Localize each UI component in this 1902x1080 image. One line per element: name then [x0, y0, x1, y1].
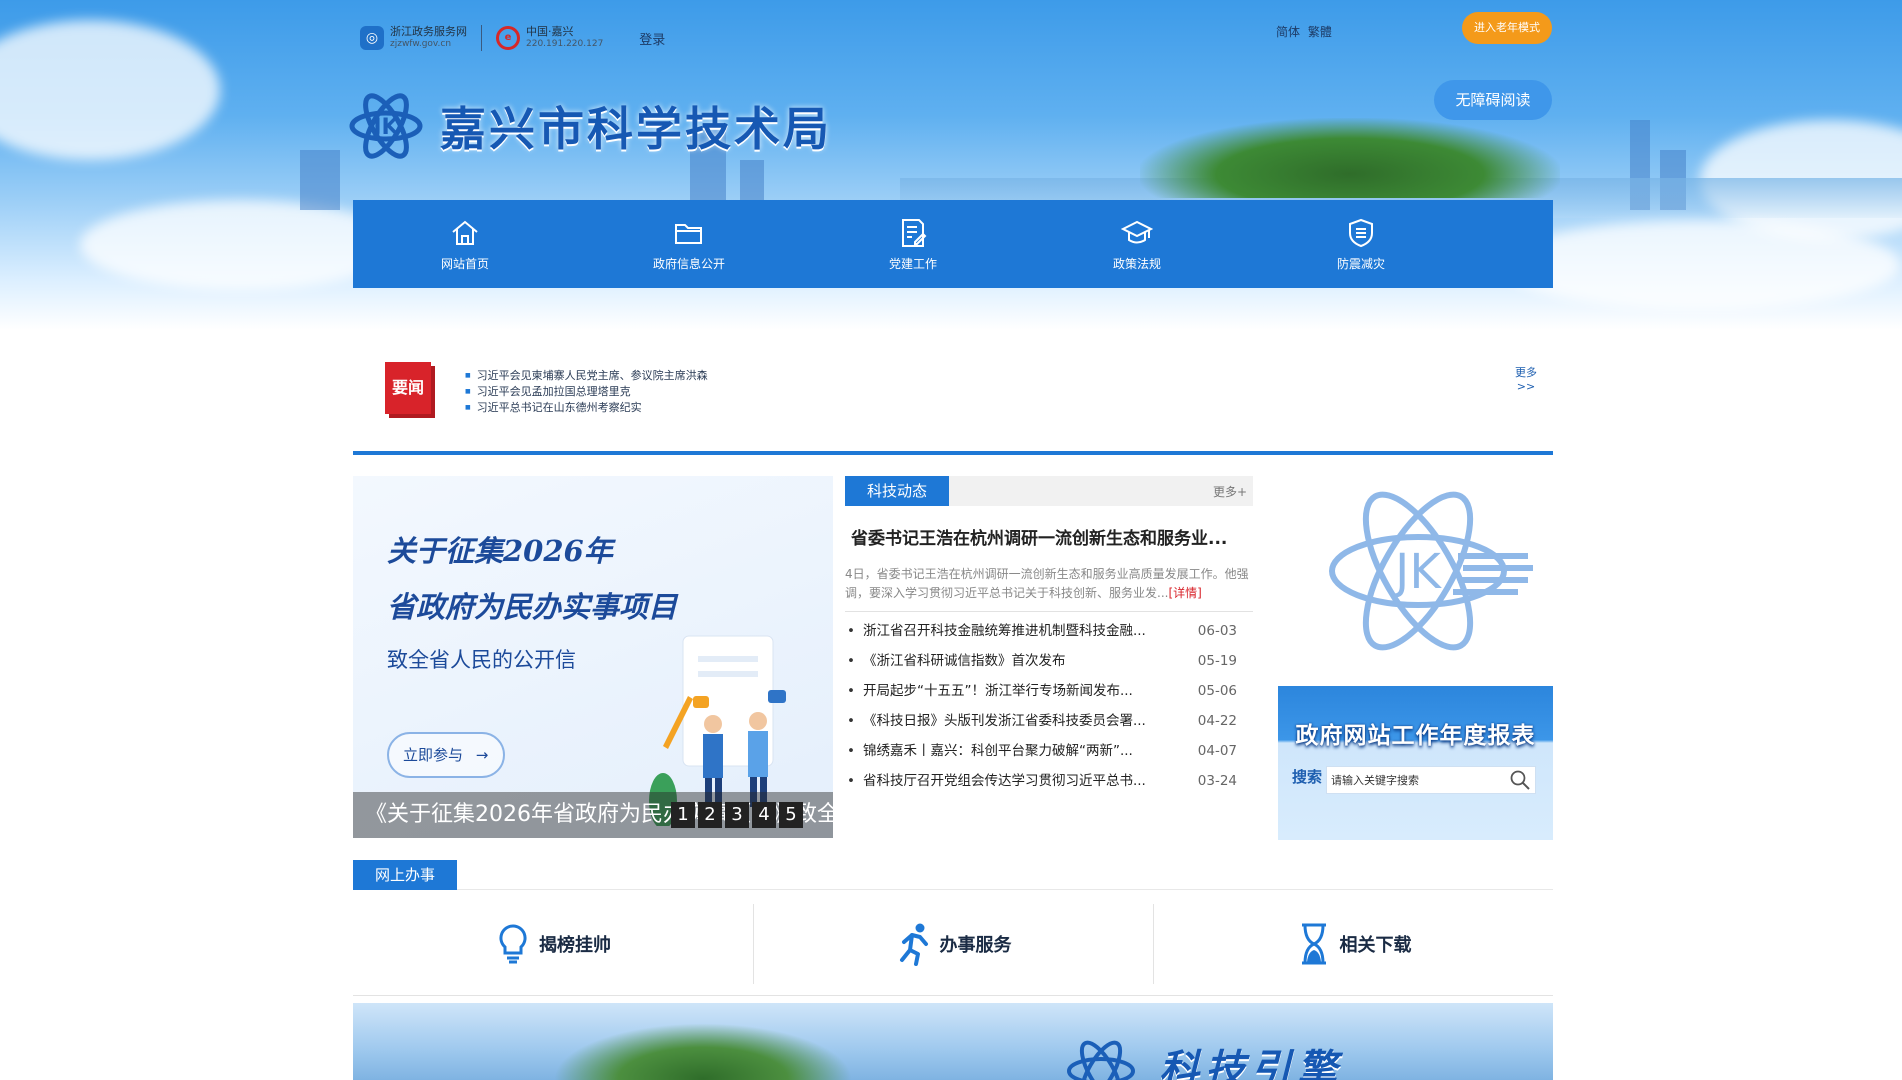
news-more-link[interactable]: 更多 >>: [1515, 366, 1537, 394]
search-box: [1326, 766, 1536, 794]
banner-title: 科技引擎: [1159, 1046, 1343, 1080]
divider: [353, 451, 1553, 455]
carousel-pager: 1 2 3 4 5: [671, 802, 803, 828]
login-link[interactable]: 登录: [639, 29, 665, 48]
simplified-chinese-link[interactable]: 简体: [1276, 25, 1300, 39]
china-city-ip: 220.191.220.127: [526, 39, 604, 49]
graduation-cap-icon: [1121, 220, 1153, 243]
running-person-icon: [899, 923, 928, 966]
image-carousel[interactable]: 关于征集2026年 省政府为民办实事项目 致全省人民的公开信 立即参与 → 《关…: [353, 476, 833, 838]
document-edit-icon: [902, 218, 927, 247]
elder-mode-button[interactable]: 进入老年模式: [1462, 12, 1552, 44]
search-label: 搜索: [1292, 768, 1323, 786]
tech-news-more-link[interactable]: 更多+: [1213, 483, 1247, 500]
news-list: 习近平会见柬埔寨人民党主席、参议院主席洪森 习近平会见孟加拉国总理塔里克 习近平…: [465, 368, 708, 416]
tech-news-list: 浙江省召开科技金融统筹推进机制暨科技金融...06-03 《浙江省科研诚信指数》…: [845, 616, 1253, 796]
news-tag: 要闻: [385, 362, 431, 414]
tab-online-services[interactable]: 网上办事: [353, 860, 457, 890]
tab-tech-news[interactable]: 科技动态: [845, 476, 949, 506]
lightbulb-icon: [499, 924, 527, 964]
list-item[interactable]: 省科技厅召开党组会传达学习贯彻习近平总书...03-24: [845, 766, 1253, 796]
nav-policy[interactable]: 政策法规: [1025, 200, 1249, 288]
arrow-right-icon: →: [475, 746, 489, 764]
annual-report-title: 政府网站工作年度报表: [1295, 723, 1536, 749]
tech-headline[interactable]: 省委书记王浩在杭州调研一流创新生态和服务业...: [845, 524, 1253, 549]
tech-news-panel: 科技动态 更多+ 省委书记王浩在杭州调研一流创新生态和服务业... 4日，省委书…: [845, 476, 1253, 796]
tech-news-header: 科技动态 更多+: [845, 476, 1253, 506]
news-item[interactable]: 习近平会见柬埔寨人民党主席、参议院主席洪森: [465, 368, 708, 384]
annual-report-banner[interactable]: 政府网站工作年度报表 搜索: [1278, 686, 1553, 840]
carousel-page-1[interactable]: 1: [671, 802, 695, 828]
divider: [481, 25, 482, 51]
traditional-chinese-link[interactable]: 繁體: [1308, 25, 1332, 39]
nav-earthquake[interactable]: 防震减灾: [1249, 200, 1473, 288]
zjzwfw-name: 浙江政务服务网: [390, 25, 467, 38]
carousel-page-4[interactable]: 4: [752, 802, 776, 828]
nav-gov-info[interactable]: 政府信息公开: [577, 200, 801, 288]
logo-letters: JK: [371, 115, 399, 140]
list-item[interactable]: 锦绣嘉禾丨嘉兴：科创平台聚力破解“两新”...04-07: [845, 736, 1253, 766]
search-icon[interactable]: [1509, 769, 1531, 791]
nav-party-building[interactable]: 党建工作: [801, 200, 1025, 288]
online-services: 揭榜挂帅 办事服务 相关下载: [353, 904, 1553, 984]
language-switch: 简体 繁體: [1276, 23, 1336, 40]
service-open-competition[interactable]: 揭榜挂帅: [353, 904, 753, 984]
china-city-link[interactable]: e 中国·嘉兴 220.191.220.127: [496, 26, 603, 50]
shield-list-icon: [1349, 218, 1373, 247]
tech-summary: 4日，省委书记王浩在杭州调研一流创新生态和服务业高质量发展工作。他强调，要深入学…: [845, 567, 1249, 600]
list-item[interactable]: 浙江省召开科技金融统筹推进机制暨科技金融...06-03: [845, 616, 1253, 646]
divider: [845, 611, 1253, 612]
detail-link[interactable]: [详情]: [1168, 586, 1201, 600]
zjzwfw-link[interactable]: ◎ 浙江政务服务网 zjzwfw.gov.cn: [360, 26, 467, 50]
nav-label: 防震减灾: [1336, 256, 1385, 271]
hourglass-icon: [1301, 923, 1326, 965]
folder-icon: [675, 223, 702, 244]
carousel-page-2[interactable]: 2: [698, 802, 722, 828]
top-bar: ◎ 浙江政务服务网 zjzwfw.gov.cn e 中国·嘉兴 220.191.…: [360, 20, 665, 56]
participate-button[interactable]: 立即参与 →: [387, 732, 505, 778]
carousel-title-line2: 省政府为民办实事项目: [387, 590, 678, 624]
atom-logo-icon: [1067, 1040, 1135, 1080]
carousel-page-5[interactable]: 5: [779, 802, 803, 828]
site-name: 嘉兴市科学技术局: [440, 102, 832, 156]
zjzwfw-logo-icon: ◎: [360, 26, 384, 50]
china-logo-icon: e: [496, 26, 520, 50]
service-affairs[interactable]: 办事服务: [753, 904, 1153, 984]
carousel-page-3[interactable]: 3: [725, 802, 749, 828]
headline-news: 要闻 习近平会见柬埔寨人民党主席、参议院主席洪森 习近平会见孟加拉国总理塔里克 …: [353, 356, 1553, 456]
main-nav: 网站首页 政府信息公开 党建工作 政策法规 防震减灾: [353, 200, 1553, 288]
nav-label: 政策法规: [1112, 256, 1161, 271]
nav-label: 政府信息公开: [652, 256, 725, 271]
carousel-title-line1: 关于征集2026年: [387, 534, 613, 568]
service-downloads[interactable]: 相关下载: [1153, 904, 1553, 984]
site-header: JK 嘉兴市科学技术局: [346, 86, 832, 166]
news-item[interactable]: 习近平会见孟加拉国总理塔里克: [465, 384, 708, 400]
list-item[interactable]: 开局起步“十五五”！浙江举行专场新闻发布...05-06: [845, 676, 1253, 706]
online-services-header: 网上办事: [353, 860, 1553, 890]
nav-home[interactable]: 网站首页: [353, 200, 577, 288]
jk-emblem-icon: JK: [1329, 491, 1533, 651]
divider: [353, 995, 1553, 996]
china-city-name: 中国·嘉兴: [526, 25, 574, 38]
carousel-subtitle: 致全省人民的公开信: [387, 648, 576, 672]
atom-logo-icon: JK: [349, 93, 423, 159]
home-icon: [452, 220, 478, 245]
tech-engine-banner[interactable]: 科技引擎: [353, 1003, 1553, 1080]
barrier-free-reading-button[interactable]: 无障碍阅读: [1434, 80, 1552, 120]
list-item[interactable]: 《科技日报》头版刊发浙江省委科技委员会署...04-22: [845, 706, 1253, 736]
list-item[interactable]: 《浙江省科研诚信指数》首次发布05-19: [845, 646, 1253, 676]
emblem-letters: JK: [1392, 544, 1442, 600]
news-item[interactable]: 习近平总书记在山东德州考察纪实: [465, 400, 708, 416]
nav-label: 党建工作: [888, 256, 937, 271]
search-input[interactable]: [1331, 773, 1501, 787]
zjzwfw-domain: zjzwfw.gov.cn: [390, 39, 452, 49]
nav-label: 网站首页: [440, 256, 489, 271]
